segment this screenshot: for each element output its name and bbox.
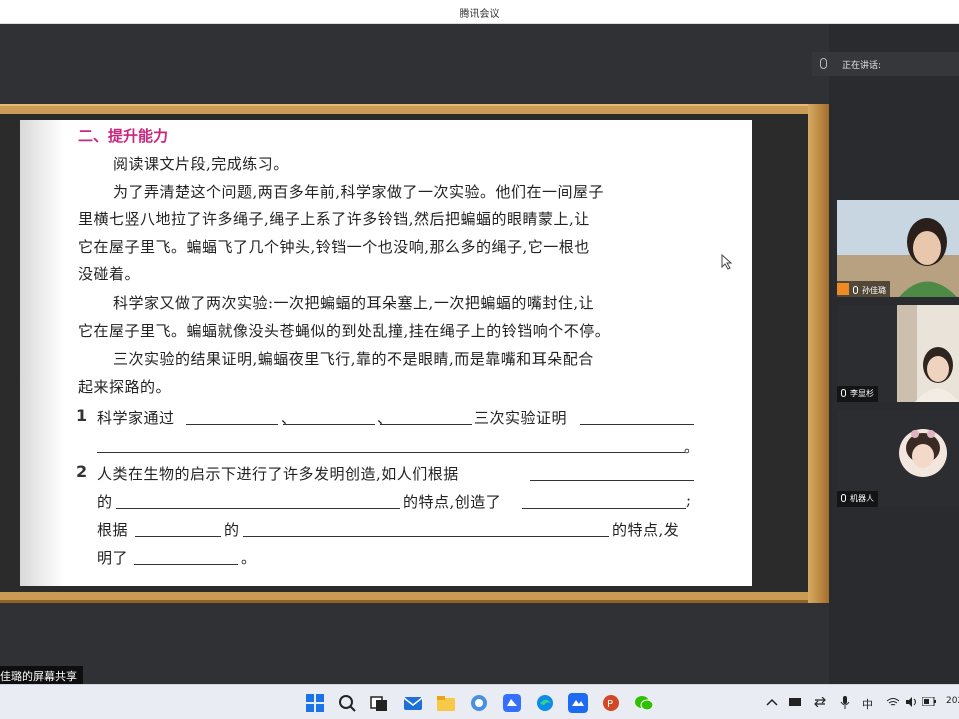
passage-line: 科学家又做了两次实验:一次把蝙蝠的耳朵塞上,一次把蝙蝠的嘴封住,让 xyxy=(113,294,595,312)
clock-partial[interactable]: 202 xyxy=(946,696,959,706)
q2-text: 的特点,发 xyxy=(612,521,680,539)
mouse-cursor-icon xyxy=(721,254,733,270)
window-titlebar: 腾讯会议 xyxy=(0,0,959,24)
window-title: 腾讯会议 xyxy=(459,9,500,20)
q1-text-b: 三次实验证明 xyxy=(474,409,568,427)
q2-line1: 人类在生物的启示下进行了许多发明创造,如人们根据 xyxy=(97,465,459,483)
mic-icon xyxy=(841,494,846,502)
task-view-icon[interactable] xyxy=(369,693,389,713)
svg-text:P: P xyxy=(607,699,613,710)
answer-blank xyxy=(283,424,375,425)
file-explorer-icon[interactable] xyxy=(436,693,456,713)
browser-icon[interactable] xyxy=(469,693,489,713)
search-icon[interactable] xyxy=(337,693,357,713)
chevron-up-icon[interactable] xyxy=(766,697,778,707)
q2-text: 。 xyxy=(241,549,257,567)
q2-text: 根据 xyxy=(97,521,129,539)
passage-line: 里横七竖八地拉了许多绳子,绳子上系了许多铃铛,然后把蝙蝠的眼睛蒙上,让 xyxy=(78,210,590,228)
answer-blank xyxy=(243,536,609,537)
battery-icon[interactable] xyxy=(922,697,936,706)
wifi-icon[interactable] xyxy=(886,697,900,707)
participant-video-tile[interactable]: 李显杉 xyxy=(837,305,959,402)
answer-blank xyxy=(580,424,694,425)
participant-name: 机器人 xyxy=(850,494,874,503)
answer-blank xyxy=(380,424,472,425)
section-title: 二、提升能力 xyxy=(78,127,169,145)
mic-icon xyxy=(841,389,846,397)
answer-blank xyxy=(135,536,221,537)
q2-text: 的 xyxy=(97,493,113,511)
participant-video-tile[interactable]: 孙佳璐 xyxy=(837,200,959,297)
answer-blank xyxy=(97,452,685,453)
q2-text: ; xyxy=(686,491,692,509)
q2-text: 明了 xyxy=(97,549,129,567)
passage-line: 为了弄清楚这个问题,两百多年前,科学家做了一次实验。他们在一间屋子 xyxy=(113,183,605,201)
passage-line: 起来探路的。 xyxy=(78,378,172,396)
input-method-indicator[interactable]: 中 xyxy=(862,696,873,712)
edge-icon[interactable] xyxy=(535,693,555,713)
q1-text-a: 科学家通过 xyxy=(97,409,175,427)
question-number: 2 xyxy=(76,462,88,481)
question-number: 1 xyxy=(76,406,88,425)
speaking-label: 正在讲话: xyxy=(842,61,882,71)
microphone-icon[interactable] xyxy=(840,696,850,709)
q1-end: 。 xyxy=(684,438,700,456)
participant-name: 李显杉 xyxy=(850,389,874,398)
participant-name-tag: 机器人 xyxy=(837,491,878,507)
speaking-indicator: 正在讲话: xyxy=(812,52,959,76)
powerpoint-icon[interactable]: P xyxy=(601,693,621,713)
q2-text: 的特点,创造了 xyxy=(403,493,502,511)
passage-line: 它在屋子里飞。蝙蝠就像没头苍蝇似的到处乱撞,挂在绳子上的铃铛响个不停。 xyxy=(78,322,611,340)
mail-icon[interactable] xyxy=(403,693,423,713)
q2-text: 的 xyxy=(224,521,240,539)
instruction-text: 阅读课文片段,完成练习。 xyxy=(113,155,289,173)
answer-blank xyxy=(522,508,686,509)
participant-video-tile[interactable]: 机器人 xyxy=(837,410,959,507)
feishu-icon[interactable] xyxy=(502,693,522,713)
page-spine-shadow xyxy=(20,120,64,586)
participant-name: 孙佳璐 xyxy=(862,286,886,295)
answer-blank xyxy=(134,564,238,565)
answer-blank xyxy=(116,508,400,509)
participant-name-tag: 孙佳璐 xyxy=(837,281,890,297)
wechat-icon[interactable] xyxy=(634,693,654,713)
passage-line: 它在屋子里飞。蝙蝠飞了几个钟头,铃铛一个也没响,那么多的绳子,它一根也 xyxy=(78,238,590,256)
volume-icon[interactable] xyxy=(905,697,917,707)
mic-icon xyxy=(853,286,858,294)
blackboard-frame-right xyxy=(808,104,830,603)
passage-line: 三次实验的结果证明,蝙蝠夜里飞行,靠的不是眼睛,而是靠嘴和耳朵配合 xyxy=(113,350,594,368)
start-icon[interactable] xyxy=(305,693,325,713)
screen-share-label: 佳璐的屏幕共享 xyxy=(0,666,83,684)
transfer-icon[interactable] xyxy=(814,697,826,707)
answer-blank xyxy=(530,480,694,481)
taskbar: P 中 202 xyxy=(0,684,959,719)
speaker-icon xyxy=(820,58,827,69)
tray-app-icon[interactable] xyxy=(789,697,801,707)
avatar-icon xyxy=(837,283,849,295)
passage-line: 没碰着。 xyxy=(78,265,141,283)
tencent-meeting-icon[interactable] xyxy=(568,693,588,713)
participant-name-tag: 李显杉 xyxy=(837,386,878,402)
answer-blank xyxy=(186,424,278,425)
